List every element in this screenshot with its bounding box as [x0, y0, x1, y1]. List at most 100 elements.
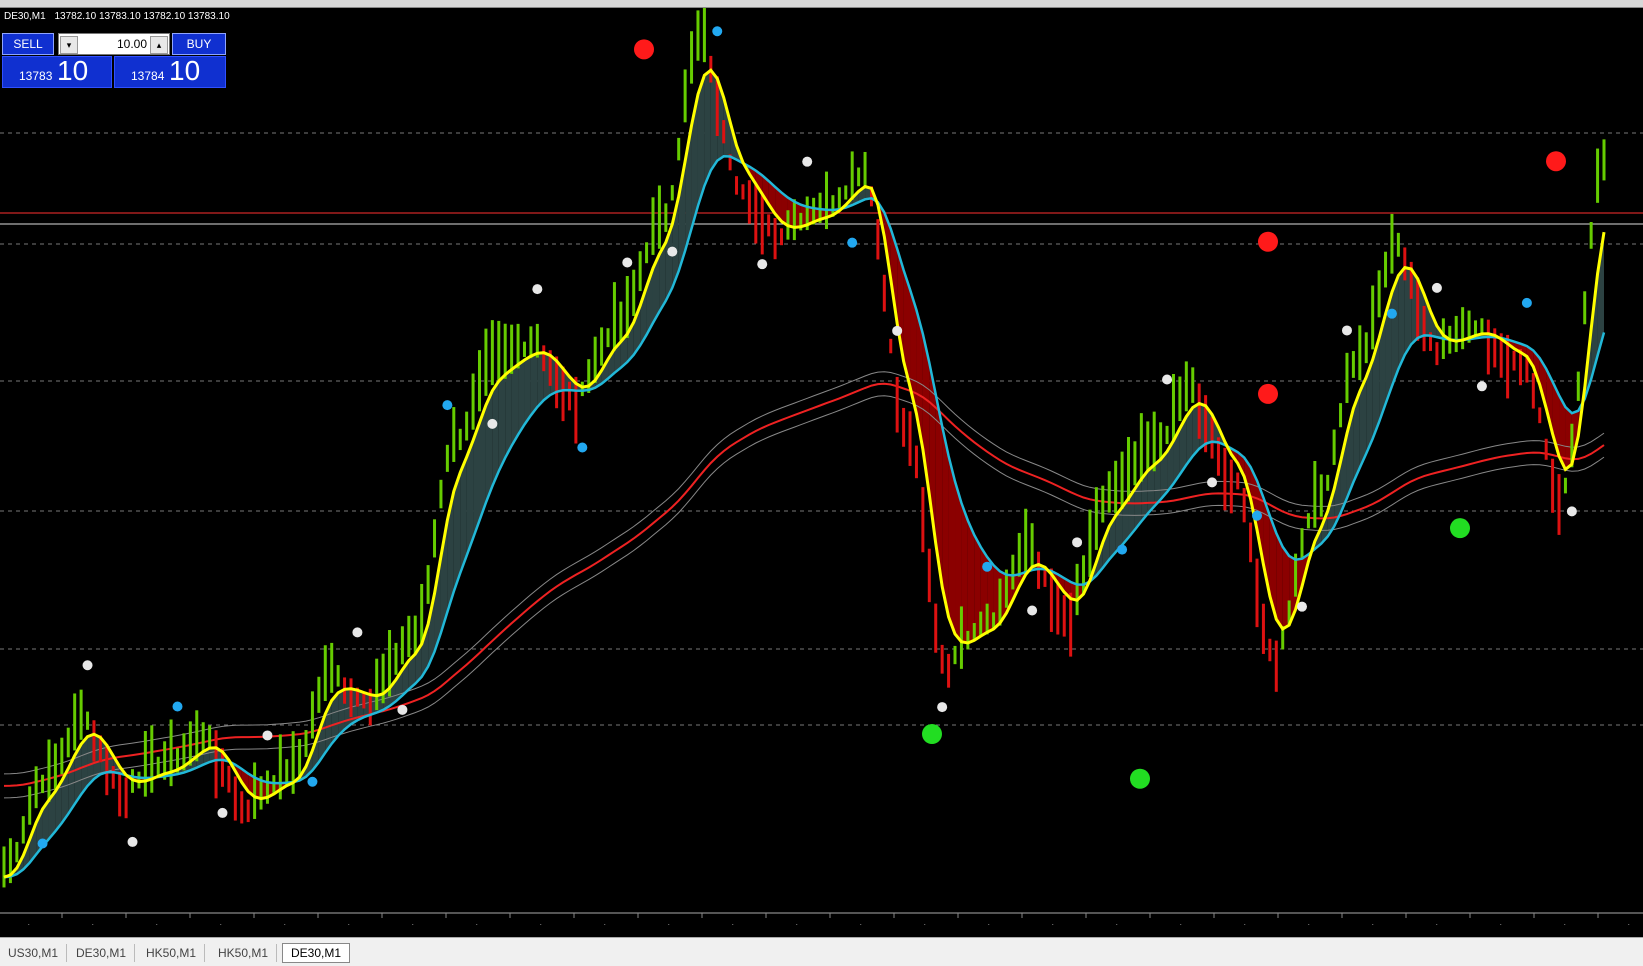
buy-price-big: 10 [169, 55, 201, 86]
lot-size-value[interactable]: 10.00 [117, 37, 147, 51]
signal-dot [1252, 510, 1263, 521]
signal-dot [262, 730, 273, 741]
signal-dot [442, 400, 453, 411]
sell-signal-marker [634, 39, 654, 60]
x-tick-label: 20 Feb 09:17 [642, 924, 701, 925]
signal-dot [307, 776, 318, 787]
x-tick-label: 20 Feb 11:09 [1090, 924, 1149, 925]
x-tick-label: 20 Feb 12:13 [1346, 924, 1405, 925]
signal-dot [217, 807, 228, 818]
trend-cloud-segment [498, 374, 506, 472]
trend-cloud-segment [511, 364, 519, 446]
signal-dot [1341, 325, 1352, 336]
trend-cloud-segment [518, 360, 525, 435]
x-tick-label: 20 Feb 12:29 [1410, 924, 1469, 925]
x-tick-label: 20 Feb 08:29 [450, 924, 509, 925]
signal-dot [937, 702, 948, 713]
signal-dot [757, 259, 768, 270]
trend-cloud-segment [524, 356, 531, 425]
signal-dot [172, 701, 183, 712]
slow-ma-line [3, 155, 1606, 879]
sell-price-display[interactable]: 13783 10 [2, 55, 112, 88]
tab-us30-m1[interactable]: US30,M1 [0, 944, 68, 962]
signal-dot [1027, 605, 1038, 616]
signal-dot [1072, 537, 1083, 548]
symbol-label: DE30,M1 [4, 11, 46, 22]
signal-dot [1162, 374, 1173, 385]
signal-dot [1117, 544, 1128, 555]
x-tick-label: 20 Feb 09:33 [706, 924, 765, 925]
x-tick-label: 20 Feb 12:45 [1474, 924, 1533, 925]
x-tick-label: 20 Feb 07:41 [258, 924, 317, 925]
x-tick-label: 20 Feb 09:01 [578, 924, 637, 925]
x-tick-label: 20 Feb 10:53 [1026, 924, 1085, 925]
sell-price-small: 13783 [19, 69, 53, 83]
sell-button[interactable]: SELL [2, 33, 54, 55]
signal-dot [712, 26, 723, 37]
tab-hk50-m1-2[interactable]: HK50,M1 [210, 944, 278, 962]
chart-area[interactable]: 20 Feb 2020 20 Feb 06:53 20 Feb 07:09 20 Fe… [0, 8, 1643, 925]
x-tick-label: 20 Feb 11:25 [1154, 924, 1213, 925]
x-tick-label: 20 Feb 10:21 [898, 924, 957, 925]
sell-price-big: 10 [57, 55, 89, 86]
signal-dot [487, 418, 498, 429]
x-tick-label: 20 Feb 09:49 [770, 924, 829, 925]
signal-dot [532, 284, 543, 295]
trend-cloud-segment [704, 70, 711, 186]
sell-signal-marker [1546, 151, 1566, 172]
x-tick-label: 20 Feb 11:41 [1218, 924, 1277, 925]
dropdown-arrow-icon[interactable]: ▾ [60, 36, 78, 54]
buy-button[interactable]: BUY [172, 33, 226, 55]
buy-signal-marker [922, 724, 942, 744]
x-tick-label: 20 Feb 2020 [2, 924, 59, 925]
chart-header: DE30,M1 13782.10 13783.10 13782.10 13783… [4, 11, 230, 22]
chart-tab-bar: US30,M1 DE30,M1 HK50,M1 HK50,M1 DE30,M1 [0, 937, 1643, 966]
buy-signal-marker [1130, 768, 1150, 789]
buy-price-display[interactable]: 13784 10 [114, 55, 226, 88]
signal-dot [82, 660, 93, 671]
signal-dot [1296, 601, 1307, 612]
x-tick-label: 20 Feb 13:01 [1538, 924, 1597, 925]
x-tick-label: 20 Feb 10:05 [834, 924, 893, 925]
x-tick-label: 20 Feb 06:53 [66, 924, 125, 925]
buy-price-small: 13784 [131, 69, 165, 83]
tab-de30-m1-active[interactable]: DE30,M1 [282, 943, 351, 963]
x-tick-label: 20 Feb 07:57 [322, 924, 381, 925]
x-tick-label: 20 Feb 11:57 [1282, 924, 1341, 925]
signal-dot [1566, 506, 1577, 517]
x-tick-label: 20 Feb 08:13 [386, 924, 445, 925]
signal-dot [577, 442, 588, 453]
signal-dot [892, 325, 903, 336]
x-tick-label: 20 Feb 07:25 [194, 924, 253, 925]
lot-size-input[interactable]: ▾ 10.00 ▴ [58, 33, 170, 55]
x-tick-label: 20 Feb 13: [1602, 924, 1643, 925]
signal-dot [37, 838, 48, 849]
signal-dot [982, 561, 993, 572]
signal-dot [1207, 477, 1218, 488]
signal-dot [667, 246, 678, 257]
x-tick-label: 20 Feb 10:37 [962, 924, 1021, 925]
sell-signal-marker [1258, 231, 1278, 252]
ohlc-readout: 13782.10 13783.10 13782.10 13783.10 [54, 11, 230, 22]
up-arrow-icon[interactable]: ▴ [150, 36, 168, 54]
signal-dot [1431, 282, 1442, 293]
buy-signal-marker [1450, 518, 1470, 539]
trend-cloud-segment [1398, 267, 1405, 369]
x-tick-label: 20 Feb 08:45 [514, 924, 573, 925]
signal-dot [847, 237, 858, 248]
trend-cloud-segment [948, 455, 956, 634]
signal-dot [352, 627, 363, 638]
signal-dot [622, 257, 633, 268]
tab-de30-m1[interactable]: DE30,M1 [68, 944, 136, 962]
trend-cloud-segment [530, 353, 538, 416]
one-click-trading-panel: SELL ▾ 10.00 ▴ BUY 13783 10 13784 10 [2, 26, 226, 88]
price-chart-svg[interactable]: 20 Feb 2020 20 Feb 06:53 20 Feb 07:09 20 Fe… [0, 8, 1643, 925]
tab-hk50-m1[interactable]: HK50,M1 [138, 944, 206, 962]
window-title-strip [0, 0, 1643, 8]
sell-signal-marker [1258, 383, 1278, 404]
fast-ma-line [3, 68, 1606, 879]
x-tick-label: 20 Feb 07:09 [130, 924, 189, 925]
signal-dot [1521, 297, 1532, 308]
signal-dot [127, 836, 138, 847]
signal-dot [397, 704, 408, 715]
